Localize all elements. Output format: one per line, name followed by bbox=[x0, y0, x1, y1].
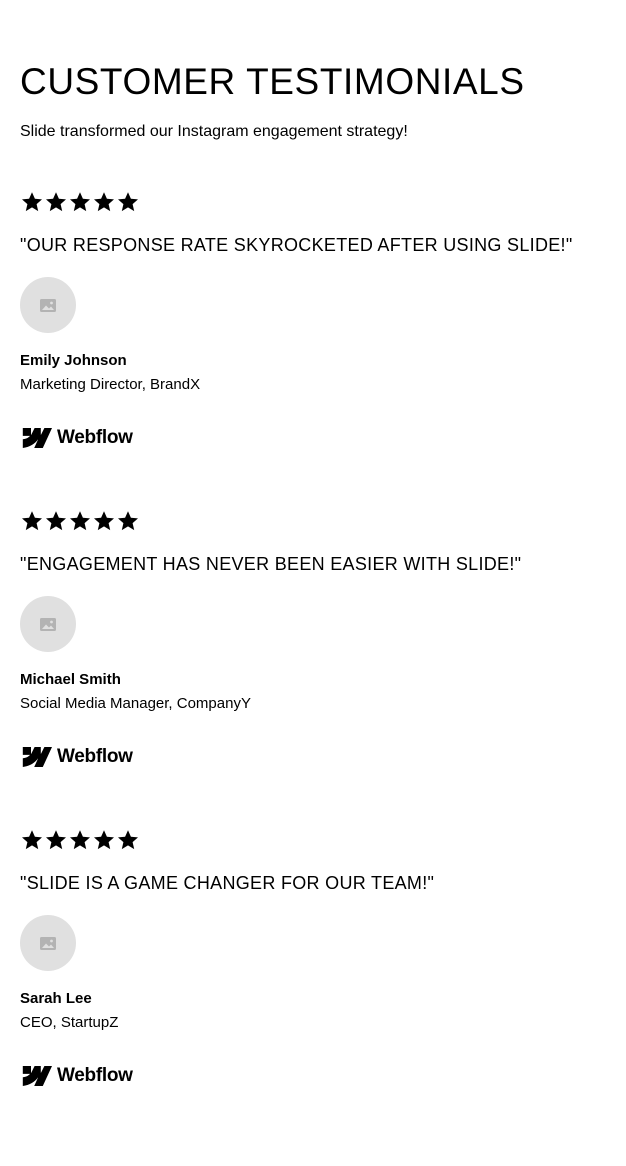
author-name: Sarah Lee bbox=[20, 990, 92, 1007]
star-icon bbox=[118, 830, 138, 850]
webflow-logo-icon bbox=[22, 1066, 52, 1086]
author-role: Marketing Director, BrandX bbox=[20, 376, 201, 393]
star-icon bbox=[22, 830, 42, 850]
star-rating bbox=[20, 190, 606, 214]
logo-wordmark: Webflow bbox=[57, 427, 133, 448]
testimonial-card: "SLIDE IS A GAME CHANGER FOR OUR TEAM!" … bbox=[20, 828, 606, 1086]
star-icon bbox=[22, 192, 42, 212]
testimonial-quote: "SLIDE IS A GAME CHANGER FOR OUR TEAM!" bbox=[20, 873, 435, 893]
star-rating bbox=[20, 509, 606, 533]
star-icon bbox=[70, 830, 90, 850]
star-icon bbox=[118, 511, 138, 531]
star-icon bbox=[94, 192, 114, 212]
testimonial-card: "OUR RESPONSE RATE SKYROCKETED AFTER USI… bbox=[20, 190, 606, 448]
avatar bbox=[20, 277, 76, 333]
author-role: CEO, StartupZ bbox=[20, 1014, 119, 1031]
star-icon bbox=[46, 192, 66, 212]
company-logo: Webflow bbox=[20, 425, 133, 451]
company-logo: Webflow bbox=[20, 1063, 133, 1089]
company-logo: Webflow bbox=[20, 744, 133, 770]
star-icon bbox=[118, 192, 138, 212]
section-subtitle: Slide transformed our Instagram engageme… bbox=[20, 123, 408, 140]
testimonial-card: "ENGAGEMENT HAS NEVER BEEN EASIER WITH S… bbox=[20, 509, 606, 767]
star-rating bbox=[20, 828, 606, 852]
logo-wordmark: Webflow bbox=[57, 1065, 133, 1086]
star-icon bbox=[46, 830, 66, 850]
author-name: Emily Johnson bbox=[20, 352, 127, 369]
testimonial-quote: "OUR RESPONSE RATE SKYROCKETED AFTER USI… bbox=[20, 235, 573, 255]
image-placeholder-icon bbox=[40, 617, 56, 631]
star-icon bbox=[22, 511, 42, 531]
star-icon bbox=[94, 511, 114, 531]
section-title: CUSTOMER TESTIMONIALS bbox=[20, 61, 525, 102]
star-icon bbox=[94, 830, 114, 850]
star-icon bbox=[70, 511, 90, 531]
star-icon bbox=[70, 192, 90, 212]
star-icon bbox=[46, 511, 66, 531]
webflow-logo-icon bbox=[22, 428, 52, 448]
avatar bbox=[20, 915, 76, 971]
logo-wordmark: Webflow bbox=[57, 746, 133, 767]
author-role: Social Media Manager, CompanyY bbox=[20, 695, 251, 712]
author-name: Michael Smith bbox=[20, 671, 121, 688]
testimonial-quote: "ENGAGEMENT HAS NEVER BEEN EASIER WITH S… bbox=[20, 554, 522, 574]
image-placeholder-icon bbox=[40, 298, 56, 312]
webflow-logo-icon bbox=[22, 747, 52, 767]
avatar bbox=[20, 596, 76, 652]
image-placeholder-icon bbox=[40, 936, 56, 950]
